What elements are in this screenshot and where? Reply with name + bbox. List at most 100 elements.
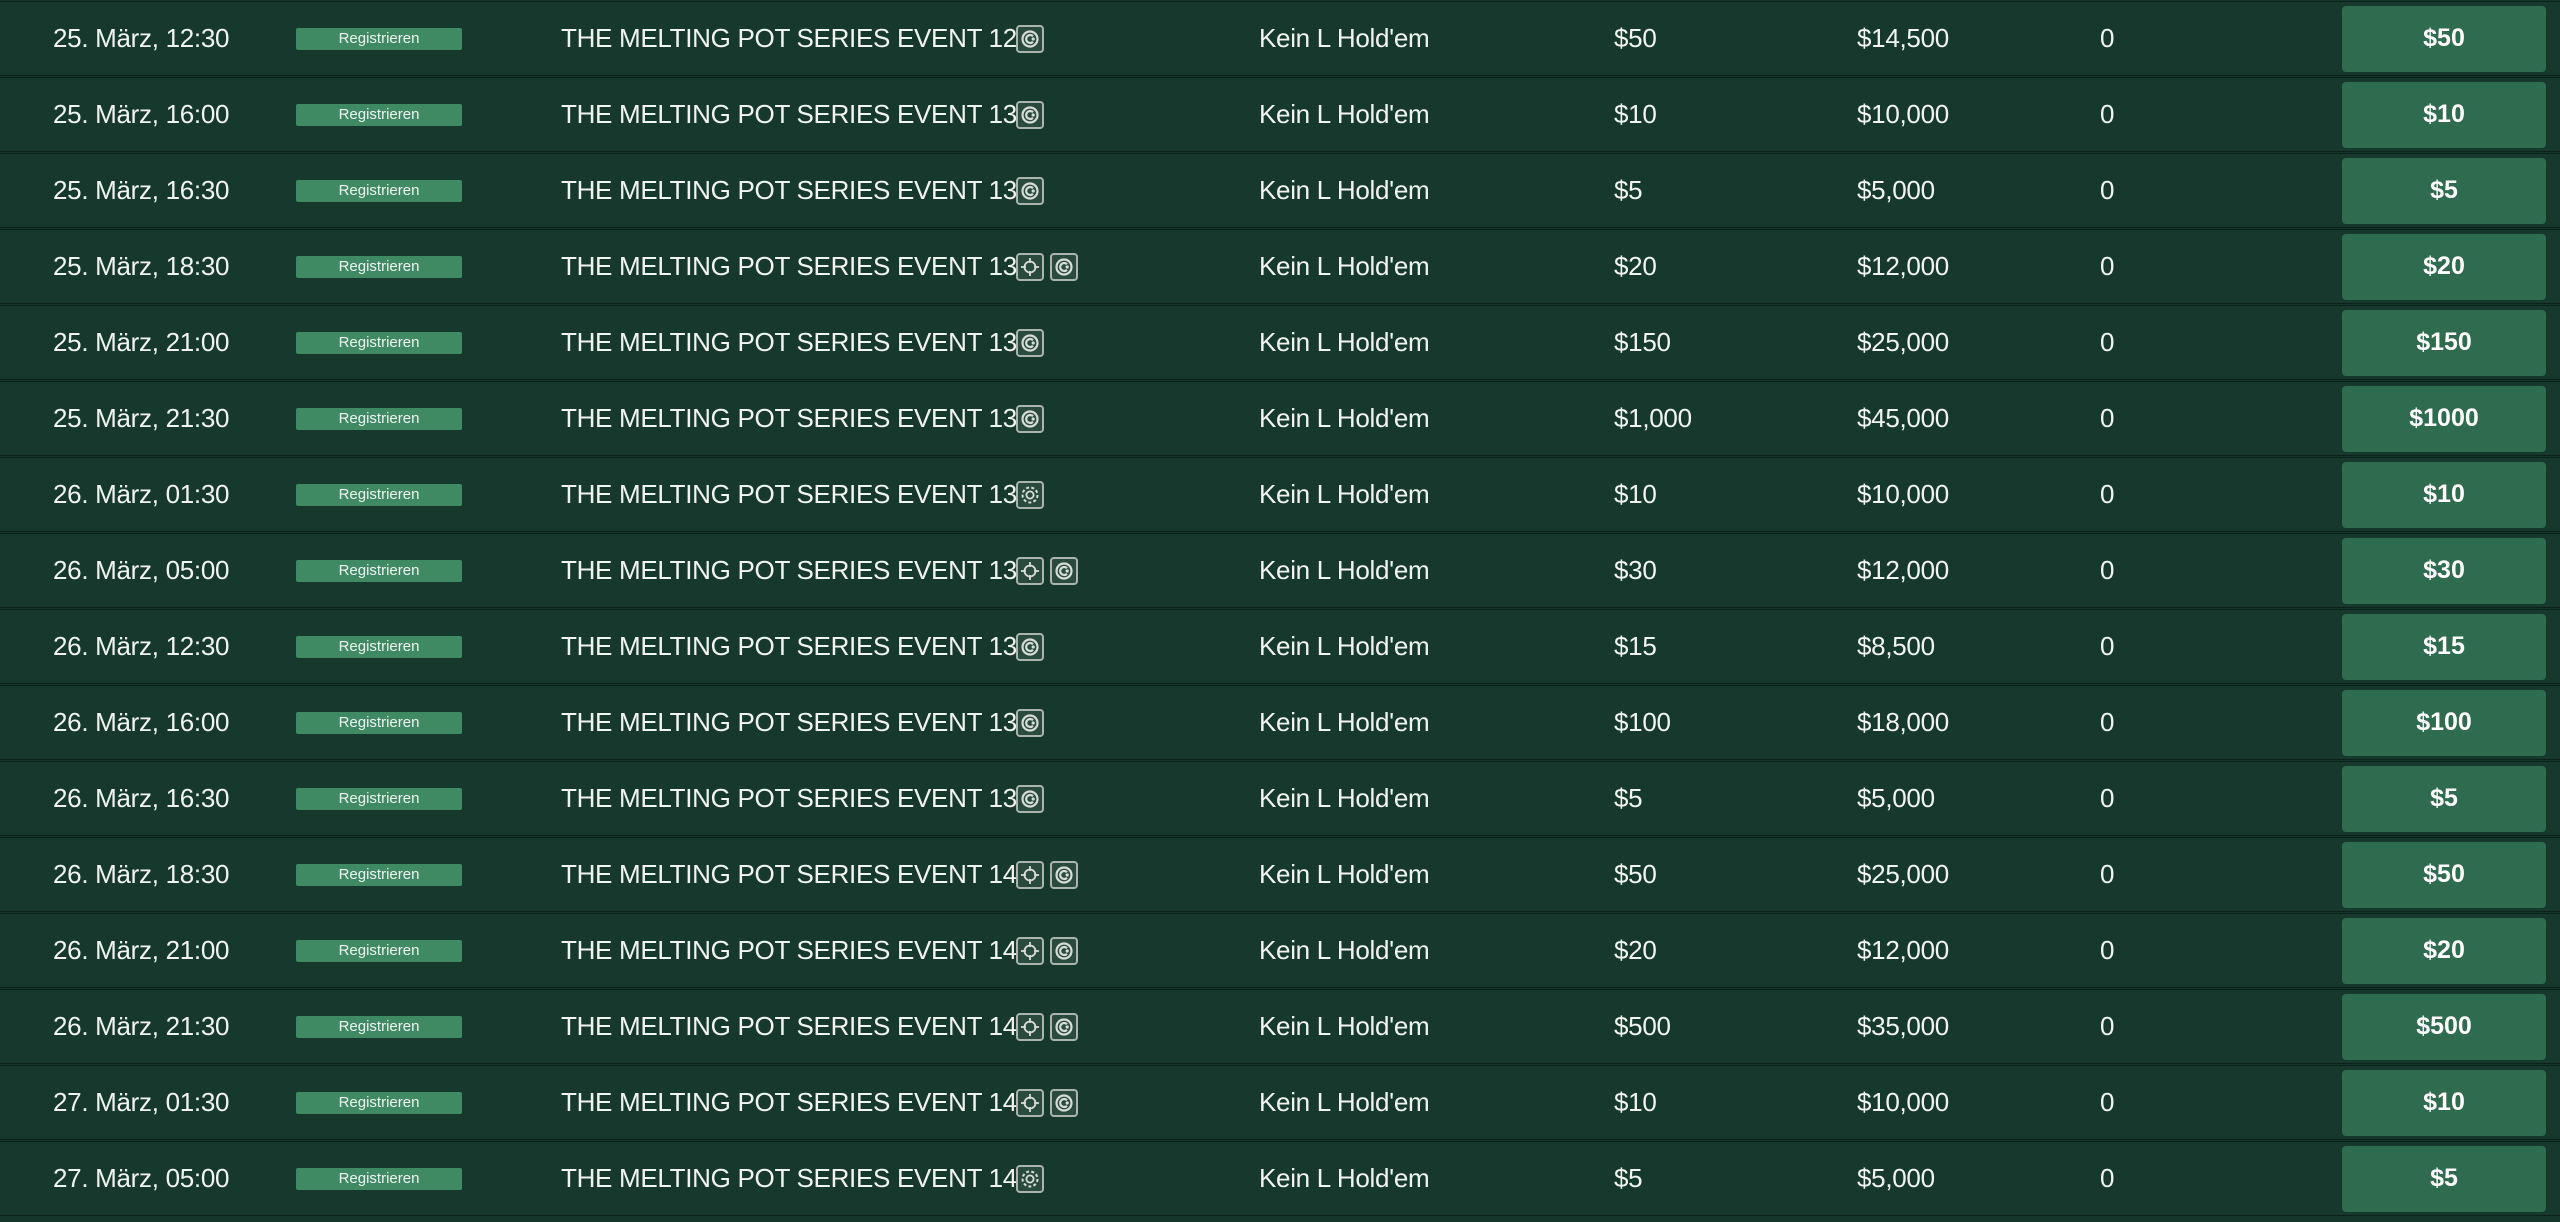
guaranteed-prize: $14,500	[1857, 23, 1949, 53]
tournament-row[interactable]: 25. März, 21:30 Registrieren THE MELTING P…	[0, 381, 2560, 456]
knockout-icon	[1050, 1012, 1078, 1041]
tournament-row[interactable]: 25. März, 16:30 Registrieren THE MELTING P…	[0, 153, 2560, 228]
tournament-row[interactable]: 27. März, 01:30 Registrieren THE MELTING P…	[0, 1065, 2560, 1140]
status-badge: Registrieren	[296, 407, 462, 430]
registered-count: 0	[2100, 479, 2115, 509]
buy-in-button[interactable]: $20	[2342, 917, 2546, 984]
knockout-icon	[1050, 1088, 1078, 1117]
tournament-row[interactable]: 25. März, 21:00 Registrieren THE MELTING P…	[0, 305, 2560, 380]
tournament-row[interactable]: 25. März, 12:30 Registrieren THE MELTING P…	[0, 1, 2560, 76]
buy-in-button[interactable]: $1000	[2342, 385, 2546, 452]
guaranteed-prize: $12,000	[1857, 251, 1949, 281]
status-badge: Registrieren	[296, 331, 462, 354]
registered-count: 0	[2100, 783, 2115, 813]
tournament-row[interactable]: 26. März, 21:00 Registrieren THE MELTING P…	[0, 913, 2560, 988]
buy-in-button[interactable]: $15	[2342, 613, 2546, 680]
game-type: Kein L Hold'em	[1259, 859, 1430, 889]
registered-count: 0	[2100, 403, 2115, 433]
tournament-feature-icons	[1016, 1066, 1078, 1139]
buy-in-button[interactable]: $5	[2342, 157, 2546, 224]
buy-in-button-cell: $50	[2342, 2, 2546, 75]
knockout-icon	[1016, 404, 1044, 433]
status-cell: Registrieren	[296, 154, 462, 227]
buy-in-button-cell: $1000	[2342, 382, 2546, 455]
bounty-target-icon	[1016, 936, 1044, 965]
game-type: Kein L Hold'em	[1259, 23, 1430, 53]
registered-count: 0	[2100, 555, 2115, 585]
tournament-row[interactable]: 26. März, 18:30 Registrieren THE MELTING P…	[0, 837, 2560, 912]
start-time: 25. März, 16:30	[53, 175, 230, 205]
game-type: Kein L Hold'em	[1259, 251, 1430, 281]
start-time: 27. März, 05:00	[53, 1163, 230, 1193]
bounty-target-icon	[1016, 1088, 1044, 1117]
buy-in-button-cell: $500	[2342, 990, 2546, 1063]
tournament-row[interactable]: 25. März, 16:00 Registrieren THE MELTING P…	[0, 77, 2560, 152]
status-badge: Registrieren	[296, 863, 462, 886]
tournament-feature-icons	[1016, 306, 1044, 379]
buy-in-button[interactable]: $10	[2342, 461, 2546, 528]
tournament-row[interactable]: 25. März, 18:30 Registrieren THE MELTING P…	[0, 229, 2560, 304]
buy-in: $50	[1614, 859, 1657, 889]
knockout-icon	[1016, 708, 1044, 737]
game-type: Kein L Hold'em	[1259, 1163, 1430, 1193]
status-cell: Registrieren	[296, 306, 462, 379]
registered-count: 0	[2100, 1087, 2115, 1117]
tournament-row[interactable]: 26. März, 16:00 Registrieren THE MELTING P…	[0, 685, 2560, 760]
tournament-row[interactable]: 27. März, 05:00 Registrieren THE MELTING P…	[0, 1141, 2560, 1216]
tournament-feature-icons	[1016, 990, 1078, 1063]
start-time: 27. März, 01:30	[53, 1087, 230, 1117]
registered-count: 0	[2100, 859, 2115, 889]
status-badge: Registrieren	[296, 711, 462, 734]
buy-in: $100	[1614, 707, 1671, 737]
buy-in-button-cell: $10	[2342, 458, 2546, 531]
buy-in: $15	[1614, 631, 1657, 661]
knockout-icon	[1050, 556, 1078, 585]
knockout-icon	[1050, 936, 1078, 965]
buy-in-button[interactable]: $50	[2342, 841, 2546, 908]
tournament-lobby-table: 25. März, 12:30 Registrieren THE MELTING P…	[0, 0, 2560, 1222]
bounty-target-icon	[1016, 556, 1044, 585]
buy-in-button[interactable]: $5	[2342, 765, 2546, 832]
status-badge: Registrieren	[296, 1091, 462, 1114]
buy-in-button[interactable]: $100	[2342, 689, 2546, 756]
buy-in-button[interactable]: $10	[2342, 81, 2546, 148]
buy-in-button[interactable]: $10	[2342, 1069, 2546, 1136]
tournament-row[interactable]: 26. März, 01:30 Registrieren THE MELTING P…	[0, 457, 2560, 532]
buy-in-button[interactable]: $30	[2342, 537, 2546, 604]
game-type: Kein L Hold'em	[1259, 479, 1430, 509]
knockout-icon	[1016, 24, 1044, 53]
tournament-feature-icons	[1016, 914, 1078, 987]
buy-in: $10	[1614, 1087, 1657, 1117]
status-cell: Registrieren	[296, 458, 462, 531]
tournament-feature-icons	[1016, 78, 1044, 151]
tournament-row[interactable]: 26. März, 12:30 Registrieren THE MELTING P…	[0, 609, 2560, 684]
tournament-name: THE MELTING POT SERIES EVENT 135	[561, 479, 1032, 509]
buy-in-button[interactable]: $50	[2342, 5, 2546, 72]
tournament-name: THE MELTING POT SERIES EVENT 131	[561, 175, 1032, 205]
buy-in-button[interactable]: $20	[2342, 233, 2546, 300]
status-cell: Registrieren	[296, 382, 462, 455]
buy-in-button-cell: $50	[2342, 838, 2546, 911]
guaranteed-prize: $10,000	[1857, 479, 1949, 509]
buy-in-button[interactable]: $500	[2342, 993, 2546, 1060]
buy-in-button[interactable]: $150	[2342, 309, 2546, 376]
buy-in-button-cell: $15	[2342, 610, 2546, 683]
buy-in: $5	[1614, 783, 1643, 813]
status-badge: Registrieren	[296, 939, 462, 962]
game-type: Kein L Hold'em	[1259, 707, 1430, 737]
status-badge: Registrieren	[296, 27, 462, 50]
tournament-row[interactable]: 26. März, 16:30 Registrieren THE MELTING P…	[0, 761, 2560, 836]
knockout-icon	[1016, 176, 1044, 205]
status-cell: Registrieren	[296, 1066, 462, 1139]
tournament-row[interactable]: 26. März, 21:30 Registrieren THE MELTING P…	[0, 989, 2560, 1064]
status-cell: Registrieren	[296, 78, 462, 151]
guaranteed-prize: $18,000	[1857, 707, 1949, 737]
tournament-name: THE MELTING POT SERIES EVENT 132	[561, 251, 1032, 281]
registered-count: 0	[2100, 175, 2115, 205]
start-time: 26. März, 01:30	[53, 479, 230, 509]
guaranteed-prize: $45,000	[1857, 403, 1949, 433]
guaranteed-prize: $25,000	[1857, 327, 1949, 357]
buy-in-button[interactable]: $5	[2342, 1145, 2546, 1212]
tournament-row[interactable]: 26. März, 05:00 Registrieren THE MELTING P…	[0, 533, 2560, 608]
registered-count: 0	[2100, 99, 2115, 129]
